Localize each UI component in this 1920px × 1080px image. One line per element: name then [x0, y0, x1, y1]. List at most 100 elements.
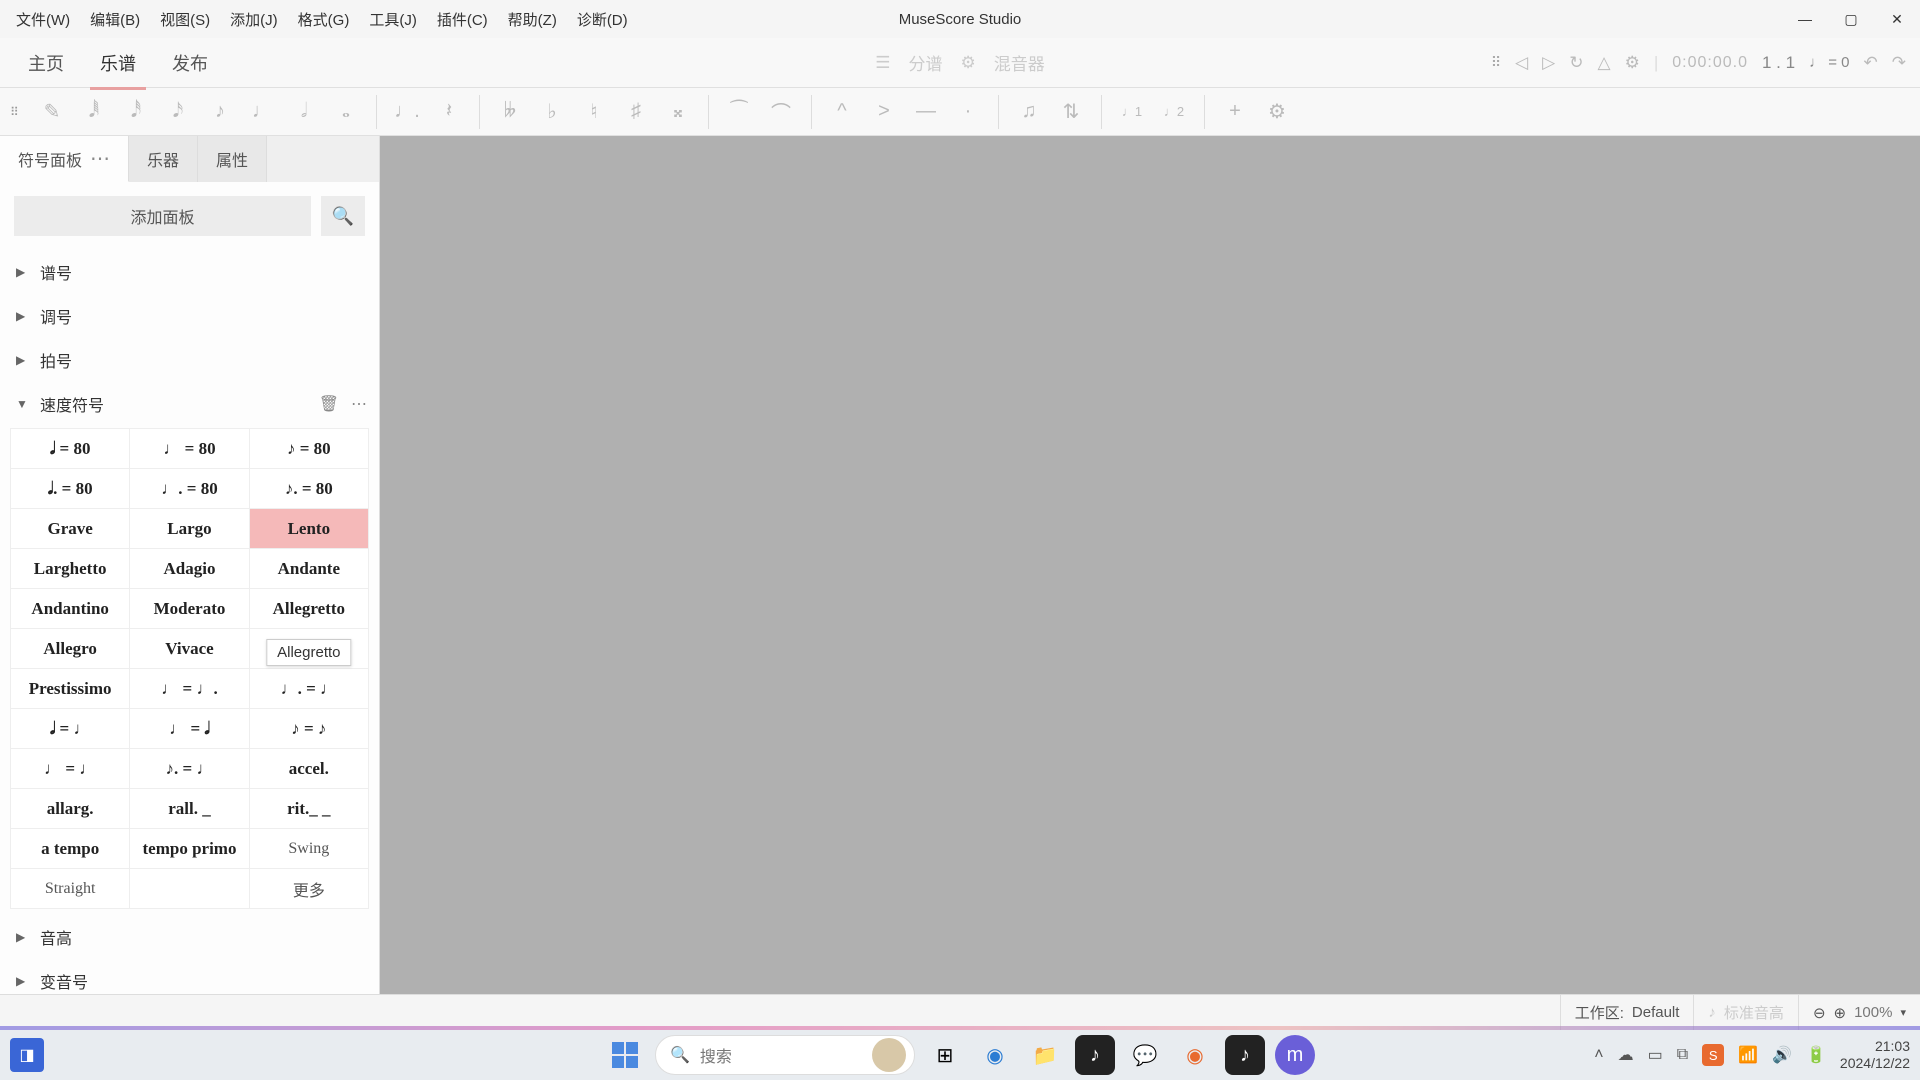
tempo-cell-19[interactable]: ♩ = ♩.	[130, 669, 249, 709]
note-4-icon[interactable]: ♩	[244, 94, 280, 130]
tray-app-icon[interactable]: ▭	[1648, 1045, 1663, 1065]
slur-icon[interactable]: ⌒	[763, 94, 799, 130]
tab-instruments[interactable]: 乐器	[129, 136, 198, 182]
rest-icon[interactable]: 𝄽	[431, 94, 467, 130]
note-32-icon[interactable]: 𝅘𝅥𝅰	[118, 94, 154, 130]
start-button[interactable]	[605, 1035, 645, 1075]
tab-palettes[interactable]: 符号面板 ⋯	[0, 136, 129, 182]
accent-icon[interactable]: >	[866, 94, 902, 130]
tempo-cell-33[interactable]: Straight	[11, 869, 130, 909]
battery-icon[interactable]: 🔋	[1806, 1045, 1826, 1065]
gear-icon[interactable]: ⚙	[1259, 94, 1295, 130]
menu-view[interactable]: 视图(S)	[150, 5, 220, 34]
zoom-in-icon[interactable]: ⊕	[1834, 1004, 1847, 1022]
douyin-icon[interactable]: ♪	[1225, 1035, 1265, 1075]
tempo-cell-23[interactable]: ♪ = ♪	[250, 709, 369, 749]
tempo-cell-15[interactable]: Allegro	[11, 629, 130, 669]
tempo-cell-26[interactable]: accel.	[250, 749, 369, 789]
add-icon[interactable]: +	[1217, 94, 1253, 130]
tempo-cell-1[interactable]: ♩ = 80	[130, 429, 249, 469]
tempo-cell-22[interactable]: ♩ = 𝅗𝅥	[130, 709, 249, 749]
pencil-icon[interactable]: ✎	[34, 94, 70, 130]
mixer-icon[interactable]: ⚙	[961, 53, 976, 73]
undo-icon[interactable]: ↶	[1864, 53, 1878, 73]
sharp-icon[interactable]: ♯	[618, 94, 654, 130]
tempo-cell-27[interactable]: allarg.	[11, 789, 130, 829]
tempo-cell-0[interactable]: 𝅗𝅥 = 80	[11, 429, 130, 469]
zoom-value[interactable]: 100%	[1854, 1004, 1892, 1021]
tenuto-icon[interactable]: —	[908, 94, 944, 130]
tray-link-icon[interactable]: ⧉	[1677, 1046, 1688, 1064]
menu-diagnostic[interactable]: 诊断(D)	[567, 5, 638, 34]
tiktok-icon[interactable]: ♪	[1075, 1035, 1115, 1075]
tempo-cell-34[interactable]	[130, 869, 249, 909]
parts-icon[interactable]: ☰	[875, 53, 890, 73]
musescore-icon[interactable]: m	[1275, 1035, 1315, 1075]
tempo-cell-13[interactable]: Moderato	[130, 589, 249, 629]
tab-properties[interactable]: 属性	[198, 136, 267, 182]
voice1-icon[interactable]: ♩1	[1114, 94, 1150, 130]
note-8-icon[interactable]: ♪	[202, 94, 238, 130]
zoom-dropdown-icon[interactable]: ▾	[1900, 1006, 1906, 1019]
tempo-cell-30[interactable]: a tempo	[11, 829, 130, 869]
close-button[interactable]: ✕	[1874, 0, 1920, 38]
tempo-cell-6[interactable]: Grave	[11, 509, 130, 549]
menu-plugins[interactable]: 插件(C)	[427, 5, 498, 34]
parts-label[interactable]: 分谱	[909, 50, 943, 75]
redo-icon[interactable]: ↷	[1892, 53, 1906, 73]
tempo-cell-3[interactable]: 𝅗𝅥. = 80	[11, 469, 130, 509]
category-tempo[interactable]: ▼ 速度符号 🗑 ⋯	[0, 382, 379, 426]
category-clef[interactable]: ▶ 谱号	[0, 250, 379, 294]
tempo-cell-7[interactable]: Largo	[130, 509, 249, 549]
tempo-cell-21[interactable]: 𝅗𝅥 = ♩	[11, 709, 130, 749]
task-view-icon[interactable]: ⊞	[925, 1035, 965, 1075]
zoom-out-icon[interactable]: ⊖	[1813, 1004, 1826, 1022]
more-icon[interactable]: ⋯	[351, 394, 367, 414]
play-icon[interactable]: ▷	[1542, 53, 1555, 73]
marcato-icon[interactable]: ^	[824, 94, 860, 130]
menu-edit[interactable]: 编辑(B)	[80, 5, 150, 34]
wechat-icon[interactable]: 💬	[1125, 1035, 1165, 1075]
tab-home[interactable]: 主页	[10, 36, 82, 90]
menu-format[interactable]: 格式(G)	[288, 5, 360, 34]
menu-tools[interactable]: 工具(J)	[359, 5, 427, 34]
note-2-icon[interactable]: 𝅗𝅥	[286, 94, 322, 130]
tempo-cell-11[interactable]: Andante	[250, 549, 369, 589]
tempo-cell-25[interactable]: ♪. = ♩	[130, 749, 249, 789]
loop-icon[interactable]: ↻	[1569, 53, 1583, 73]
clock[interactable]: 21:03 2024/12/22	[1840, 1038, 1910, 1072]
tempo-cell-12[interactable]: Andantino	[11, 589, 130, 629]
voice2-icon[interactable]: ♩2	[1156, 94, 1192, 130]
tempo-cell-28[interactable]: rall. _	[130, 789, 249, 829]
tempo-cell-24[interactable]: ♩ = ♩	[11, 749, 130, 789]
staccato-icon[interactable]: ·	[950, 94, 986, 130]
menu-file[interactable]: 文件(W)	[6, 5, 80, 34]
rewind-icon[interactable]: ◁	[1515, 53, 1528, 73]
tempo-cell-10[interactable]: Adagio	[130, 549, 249, 589]
natural-icon[interactable]: ♮	[576, 94, 612, 130]
double-flat-icon[interactable]: 𝄫	[492, 94, 528, 130]
mixer-label[interactable]: 混音器	[994, 50, 1045, 75]
tempo-cell-16[interactable]: Vivace	[130, 629, 249, 669]
tab-publish[interactable]: 发布	[154, 36, 226, 90]
workspace-selector[interactable]: 工作区: Default	[1560, 995, 1694, 1030]
tempo-cell-4[interactable]: ♩. = 80	[130, 469, 249, 509]
minimize-button[interactable]: —	[1782, 0, 1828, 38]
explorer-icon[interactable]: 📁	[1025, 1035, 1065, 1075]
tempo-cell-32[interactable]: Swing	[250, 829, 369, 869]
tempo-cell-20[interactable]: ♩. = ♩	[250, 669, 369, 709]
tuplet-icon[interactable]: ♫	[1011, 94, 1047, 130]
tempo-cell-18[interactable]: Prestissimo	[11, 669, 130, 709]
flip-icon[interactable]: ⇅	[1053, 94, 1089, 130]
tempo-cell-35[interactable]: 更多	[250, 869, 369, 909]
wifi-icon[interactable]: 📶	[1738, 1045, 1758, 1065]
category-pitch[interactable]: ▶ 音高	[0, 915, 379, 959]
note-1-icon[interactable]: 𝅝	[328, 94, 364, 130]
search-button[interactable]: 🔍	[321, 196, 365, 236]
category-key[interactable]: ▶ 调号	[0, 294, 379, 338]
tempo-cell-29[interactable]: rit._ _	[250, 789, 369, 829]
tempo-cell-9[interactable]: Larghetto	[11, 549, 130, 589]
volume-icon[interactable]: 🔊	[1772, 1045, 1792, 1065]
tab-score[interactable]: 乐谱	[82, 36, 154, 90]
category-time[interactable]: ▶ 拍号	[0, 338, 379, 382]
